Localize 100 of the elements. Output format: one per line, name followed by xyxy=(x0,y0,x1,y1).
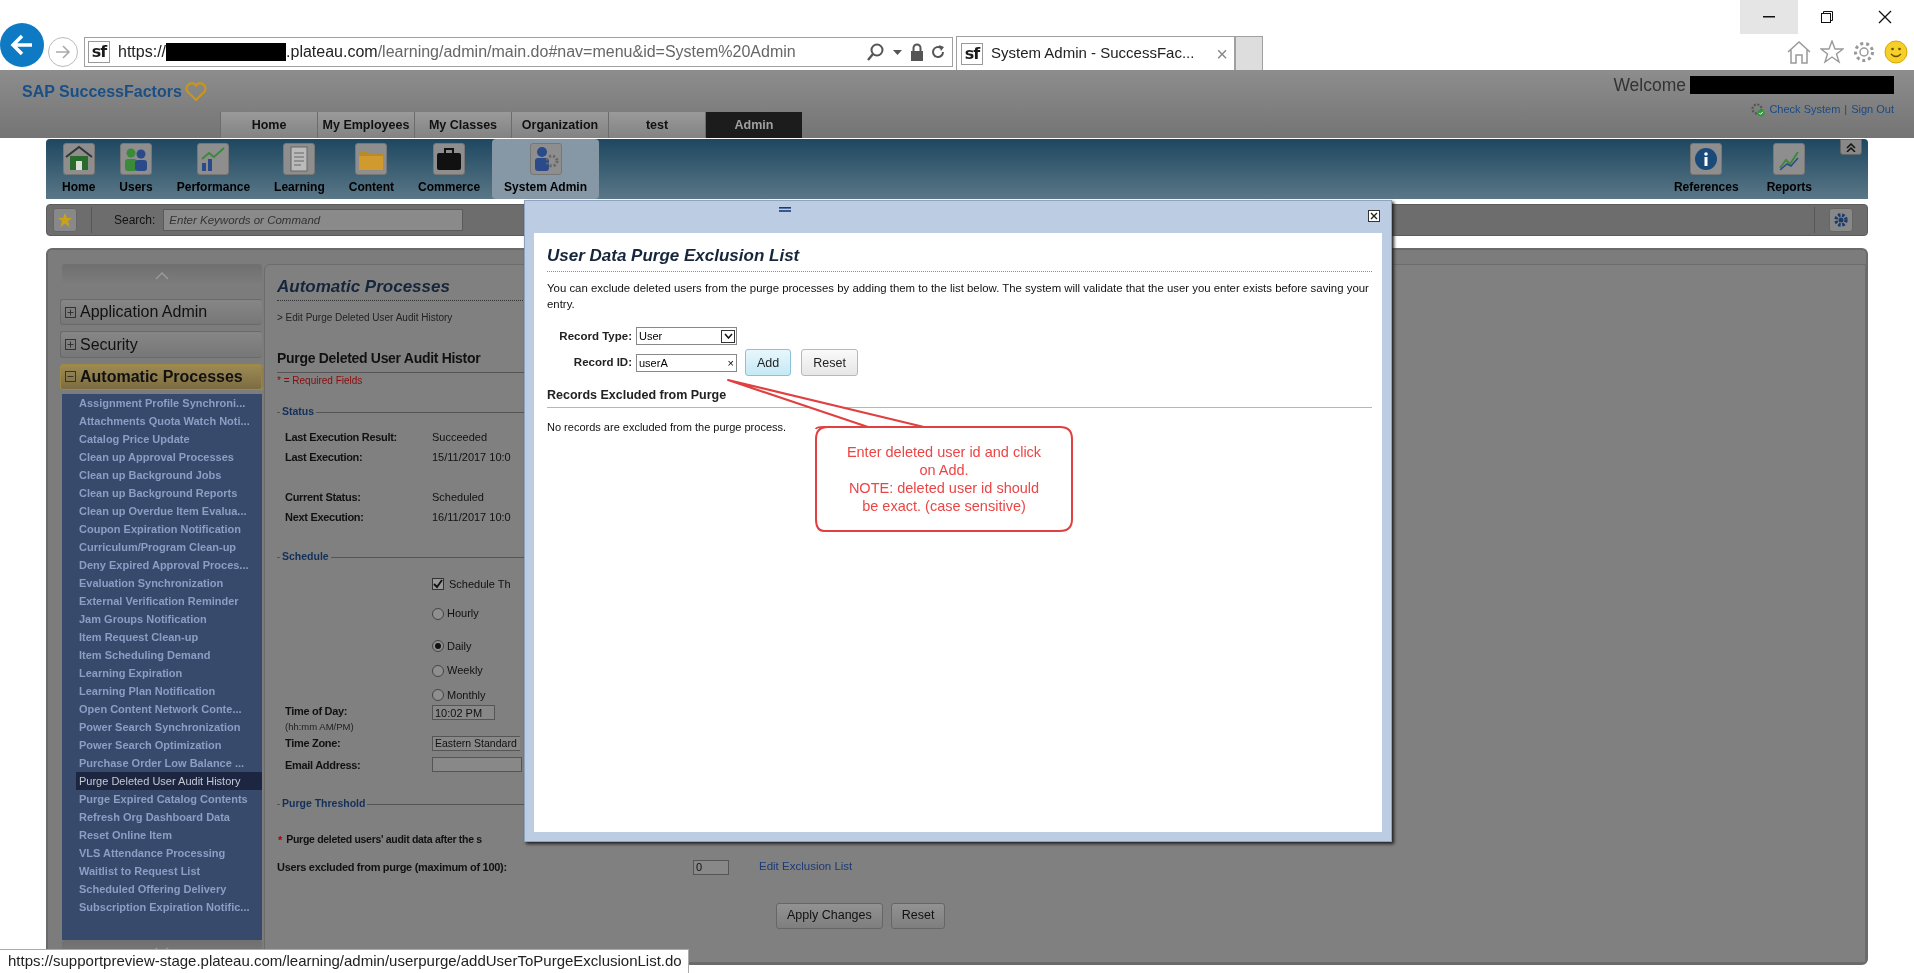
sidebar-item[interactable]: Purchase Order Low Balance ... xyxy=(62,753,262,772)
favorites-button[interactable] xyxy=(53,208,77,232)
nav-tab[interactable]: Organization xyxy=(511,112,608,138)
browser-tab[interactable]: sf System Admin - SuccessFac... × xyxy=(956,36,1235,70)
sidebar-item[interactable]: Catalog Price Update xyxy=(62,429,262,448)
refresh-icon[interactable] xyxy=(930,44,946,60)
sidebar-item[interactable]: Jam Groups Notification xyxy=(62,609,262,628)
sidebar-item[interactable]: Purge Deleted User Audit History xyxy=(76,771,262,790)
sidebar-item[interactable]: Assignment Profile Synchroni... xyxy=(62,393,262,412)
sidebar-section[interactable]: Application Admin xyxy=(60,299,262,326)
field-value: 15/11/2017 10:0 xyxy=(432,449,511,465)
breadcrumb-text: > Edit Purge Deleted User Audit History xyxy=(277,311,453,326)
sidebar-section[interactable]: Security xyxy=(60,331,262,358)
toolbar-button[interactable]: Reports xyxy=(1752,139,1826,199)
nav-tab[interactable]: My Employees xyxy=(317,112,414,138)
header-link[interactable]: Sign Out xyxy=(1851,101,1894,118)
sidebar-item[interactable]: Attachments Quota Watch Noti... xyxy=(62,411,262,430)
forward-button[interactable] xyxy=(48,37,78,67)
toolbar-button[interactable]: References xyxy=(1659,139,1753,199)
sidebar-item[interactable]: Item Request Clean-up xyxy=(62,627,262,646)
search-label: Search: xyxy=(114,212,156,229)
sidebar-item[interactable]: Refresh Org Dashboard Data xyxy=(62,807,262,826)
sidebar-item[interactable]: Clean up Overdue Item Evalua... xyxy=(62,501,262,520)
sidebar-item[interactable]: Power Search Optimization xyxy=(62,735,262,754)
dropdown-caret-icon[interactable] xyxy=(893,49,902,55)
sidebar-item[interactable]: Subscription Expiration Notific... xyxy=(62,897,262,916)
radio-button[interactable] xyxy=(432,689,444,702)
record-type-select[interactable]: User xyxy=(636,327,737,346)
count-field[interactable]: 0 xyxy=(693,859,729,875)
site-icon: sf xyxy=(961,42,983,65)
radio-button[interactable] xyxy=(432,607,444,620)
field-value: 16/11/2017 10:0 xyxy=(432,509,511,525)
sidebar-item[interactable]: Reset Online Item xyxy=(62,825,262,844)
nav-tab[interactable]: Admin xyxy=(705,112,802,138)
form-button[interactable]: Reset xyxy=(890,902,946,929)
smiley-icon[interactable] xyxy=(1884,40,1908,64)
callout-text: Enter deleted user id and click on Add. xyxy=(845,443,1043,479)
sidebar-item[interactable]: Item Scheduling Demand xyxy=(62,645,262,664)
time-zone-select[interactable]: Eastern Standard xyxy=(432,735,520,751)
clear-button[interactable]: × xyxy=(727,354,734,372)
tab-close-button[interactable]: × xyxy=(1216,38,1228,69)
sidebar-item[interactable]: Coupon Expiration Notification xyxy=(62,519,262,538)
star-icon[interactable] xyxy=(1820,40,1844,64)
nav-tab[interactable]: My Classes xyxy=(414,112,511,138)
time-field[interactable]: 10:02 PM xyxy=(432,705,495,721)
search-field[interactable]: Enter Keywords or Command xyxy=(163,209,464,231)
star-icon xyxy=(57,212,73,228)
new-tab-button[interactable] xyxy=(1235,36,1263,70)
header-link[interactable]: Check System xyxy=(1769,101,1841,118)
toolbar-button[interactable]: Commerce xyxy=(406,139,493,199)
sidebar-item[interactable]: Learning Plan Notification xyxy=(62,681,262,700)
email-field[interactable] xyxy=(432,757,522,773)
sidebar-item[interactable]: Clean up Approval Processes xyxy=(62,447,262,466)
back-button[interactable] xyxy=(0,23,44,67)
sidebar-item[interactable]: Clean up Background Reports xyxy=(62,483,262,502)
section-heading: Purge Deleted User Audit Histor xyxy=(277,349,481,369)
field-label: Next Execution: xyxy=(285,509,365,525)
nav-tab[interactable]: Home xyxy=(220,112,317,138)
dialog-button[interactable]: Reset xyxy=(801,349,858,377)
toolbar-button[interactable]: Content xyxy=(336,139,407,199)
settings-button[interactable] xyxy=(1829,208,1853,232)
toolbar-button[interactable]: System Admin xyxy=(492,139,600,199)
lock-icon xyxy=(910,43,924,61)
toolbar-button[interactable]: Learning xyxy=(262,139,337,199)
toolbar-button[interactable]: Users xyxy=(107,139,165,199)
edit-exclusion-link[interactable]: Edit Exclusion List xyxy=(759,858,853,876)
sidebar-item[interactable]: Waitlist to Request List xyxy=(62,861,262,880)
drag-handle-icon[interactable] xyxy=(779,207,791,212)
sidebar-section[interactable]: Automatic Processes xyxy=(60,363,262,390)
radio-button[interactable] xyxy=(432,640,444,653)
sidebar-item[interactable]: Clean up Background Jobs xyxy=(62,465,262,484)
close-button[interactable] xyxy=(1368,210,1380,222)
list-heading: Records Excluded from Purge xyxy=(547,387,728,405)
search-icon[interactable] xyxy=(867,43,885,61)
expand-icon xyxy=(65,306,76,318)
toolbar-button[interactable]: Home xyxy=(50,139,108,199)
radio-button[interactable] xyxy=(432,664,444,677)
sidebar-item[interactable]: Open Content Network Conte... xyxy=(62,699,262,718)
sidebar-item[interactable]: Curriculum/Program Clean-up xyxy=(62,537,262,556)
sidebar-item[interactable]: Evaluation Synchronization xyxy=(62,573,262,592)
sidebar-item[interactable]: Purge Expired Catalog Contents xyxy=(62,789,262,808)
sidebar-item[interactable]: VLS Attendance Processing xyxy=(62,843,262,862)
address-bar[interactable]: sf https:// .plateau.com/learning/admin/main.do#nav=menu&id=System%20Admin xyxy=(84,37,953,67)
sidebar-item[interactable]: Learning Expiration xyxy=(62,663,262,682)
checkbox[interactable] xyxy=(432,578,444,591)
sidebar-item[interactable]: External Verification Reminder xyxy=(62,591,262,610)
sidebar-item[interactable]: Deny Expired Approval Proces... xyxy=(62,555,262,574)
collapse-button[interactable] xyxy=(1840,139,1862,155)
sidebar-item[interactable]: Power Search Synchronization xyxy=(62,717,262,736)
tab-title: System Admin - SuccessFac... xyxy=(991,43,1196,64)
dialog-button[interactable]: Add xyxy=(745,349,792,377)
settings-icon xyxy=(1833,212,1849,228)
form-button[interactable]: Apply Changes xyxy=(776,902,883,929)
toolbar-button[interactable]: Performance xyxy=(164,139,263,199)
home-icon[interactable] xyxy=(1786,40,1812,64)
settings-icon[interactable] xyxy=(1852,40,1876,64)
record-id-field[interactable]: userA × xyxy=(636,353,737,372)
nav-tab[interactable]: test xyxy=(608,112,705,138)
chevron-up-icon xyxy=(155,271,169,280)
sidebar-item[interactable]: Scheduled Offering Delivery xyxy=(62,879,262,898)
